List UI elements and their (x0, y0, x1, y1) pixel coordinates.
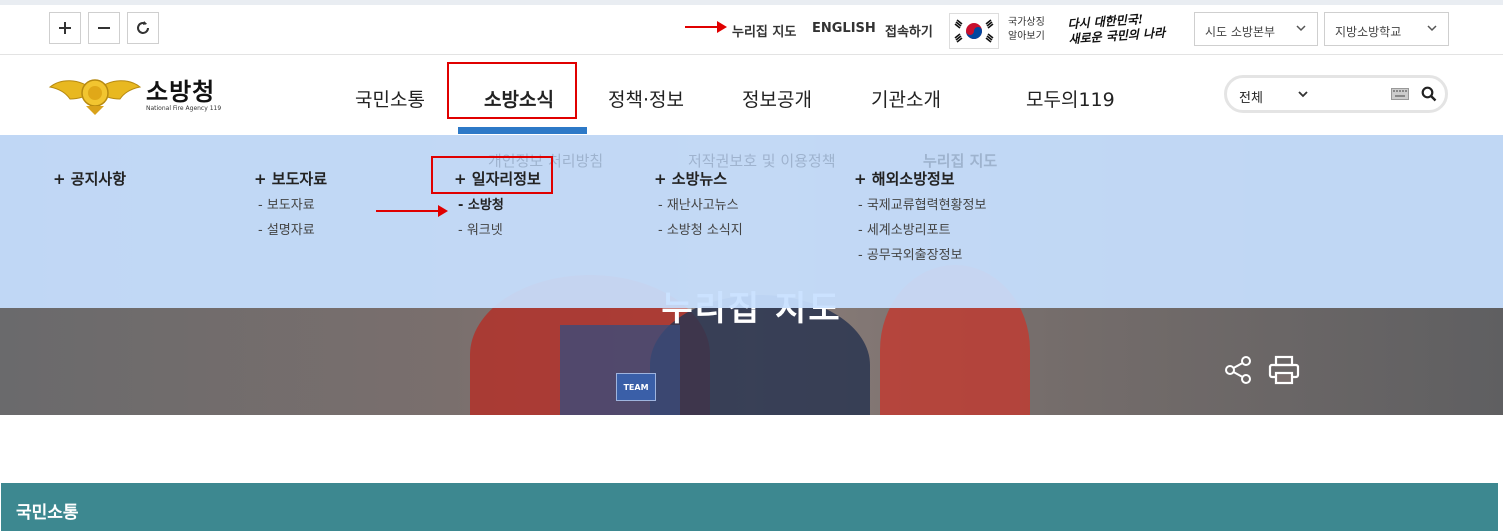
national-symbol-link[interactable]: 국가상징 알아보기 (1008, 16, 1045, 44)
provincial-hq-select[interactable]: 시도 소방본부 (1194, 12, 1318, 46)
main-navigation: 소방청 National Fire Agency 119 국민소통 소방소식 정… (0, 55, 1503, 135)
nav-item-about[interactable]: 기관소개 (871, 85, 941, 112)
chevron-down-icon (1296, 25, 1306, 32)
menu-column-notice: + 공지사항 (53, 168, 126, 189)
menu-item-explanation[interactable]: - 설명자료 (254, 222, 327, 239)
plus-icon (59, 22, 71, 34)
menu-item-world-report[interactable]: - 세계소방리포트 (854, 222, 986, 239)
taegukgi-icon (954, 19, 994, 43)
logo[interactable]: 소방청 National Fire Agency 119 (48, 69, 238, 119)
national-flag[interactable] (949, 13, 999, 49)
english-link[interactable]: ENGLISH (812, 21, 876, 36)
fire-school-label: 지방소방학교 (1335, 25, 1402, 39)
menu-item-disaster-news[interactable]: - 재난사고뉴스 (654, 197, 743, 214)
menu-heading-notice[interactable]: + 공지사항 (53, 170, 126, 188)
nav-item-disclosure[interactable]: 정보공개 (742, 85, 812, 112)
team-badge: TEAM (616, 373, 656, 401)
nav-item-citizen[interactable]: 국민소통 (355, 85, 425, 112)
symbol-text-1: 국가상징 (1008, 17, 1045, 28)
keyboard-icon[interactable] (1391, 88, 1409, 100)
login-link[interactable]: 접속하기 (885, 21, 933, 40)
annotation-arrow (685, 21, 727, 33)
share-icon[interactable] (1224, 355, 1254, 385)
hero-photo-shape (560, 325, 680, 415)
menu-heading-press[interactable]: + 보도자료 (254, 170, 327, 188)
active-menu-indicator (458, 127, 587, 134)
logo-title: 소방청 (146, 78, 216, 106)
nav-item-119[interactable]: 모두의119 (1026, 85, 1115, 112)
fire-school-select[interactable]: 지방소방학교 (1324, 12, 1449, 46)
menu-item-nfa-jobs[interactable]: - 소방청 (454, 197, 541, 214)
symbol-text-2: 알아보기 (1008, 31, 1045, 42)
menu-heading-news[interactable]: + 소방뉴스 (654, 170, 727, 188)
print-icon[interactable] (1268, 355, 1300, 385)
menu-column-news: + 소방뉴스 - 재난사고뉴스 - 소방청 소식지 (654, 168, 743, 239)
zoom-out-button[interactable] (88, 12, 120, 44)
section-title: 국민소통 (16, 503, 79, 523)
search-icon[interactable] (1421, 86, 1437, 102)
nav-item-policy[interactable]: 정책·정보 (608, 85, 684, 112)
menu-item-worknet[interactable]: - 워크넷 (454, 222, 541, 239)
menu-item-press-release[interactable]: - 보도자료 (254, 197, 327, 214)
minus-icon (98, 27, 110, 29)
emblem-icon (48, 79, 142, 115)
sitemap-link[interactable]: 누리집 지도 (732, 21, 796, 40)
utility-bar: 누리집 지도 ENGLISH 접속하기 국가상징 알아보기 다시 대한민국! 새… (0, 5, 1503, 55)
menu-column-overseas: + 해외소방정보 - 국제교류협력현황정보 - 세계소방리포트 - 공무국외출장… (854, 168, 986, 264)
menu-item-exchange[interactable]: - 국제교류협력현황정보 (854, 197, 986, 214)
menu-item-newsletter[interactable]: - 소방청 소식지 (654, 222, 743, 239)
chevron-down-icon (1427, 25, 1437, 32)
menu-heading-overseas[interactable]: + 해외소방정보 (854, 170, 955, 188)
section-header: 국민소통 (1, 483, 1498, 531)
refresh-icon (137, 21, 149, 34)
annotation-box (431, 156, 553, 194)
logo-subtitle: National Fire Agency 119 (146, 105, 222, 112)
chevron-down-icon (1298, 91, 1308, 98)
slogan: 다시 대한민국! 새로운 국민의 나라 (1067, 11, 1166, 48)
annotation-box (447, 62, 577, 119)
search-scope-select[interactable]: 전체 (1239, 87, 1263, 106)
mega-menu: 개인정보 처리방침 저작권보호 및 이용정책 누리집 지도 + 공지사항 + 보… (0, 135, 1503, 308)
provincial-hq-label: 시도 소방본부 (1205, 25, 1276, 39)
annotation-arrow (376, 205, 448, 217)
menu-column-press: + 보도자료 - 보도자료 - 설명자료 (254, 168, 327, 239)
reset-zoom-button[interactable] (127, 12, 159, 44)
zoom-in-button[interactable] (49, 12, 81, 44)
menu-item-overseas-trip[interactable]: - 공무국외출장정보 (854, 247, 986, 264)
search-bar[interactable]: 전체 (1224, 75, 1448, 113)
